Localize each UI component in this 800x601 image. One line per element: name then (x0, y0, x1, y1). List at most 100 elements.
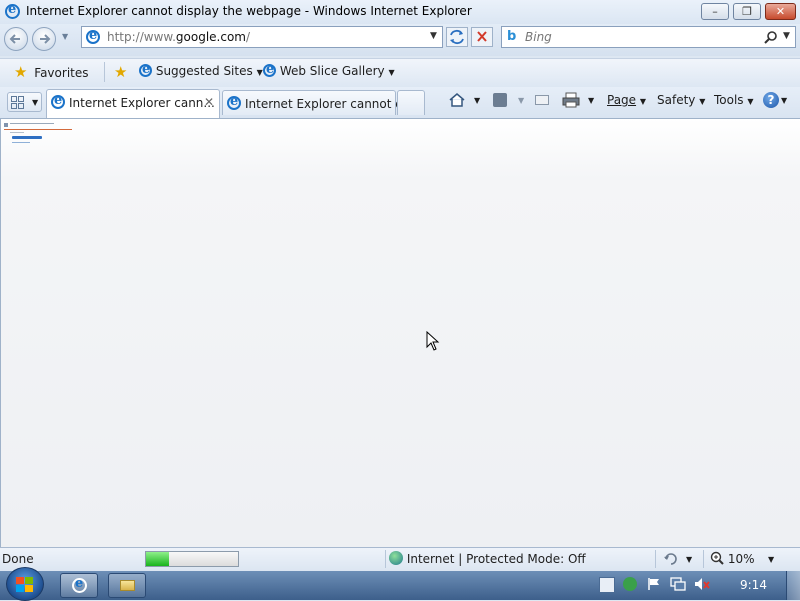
show-desktop-button[interactable] (786, 571, 800, 600)
back-button[interactable] (4, 27, 28, 51)
favorites-star-icon: ★ (14, 63, 28, 81)
stop-button[interactable] (471, 27, 493, 47)
home-button[interactable] (448, 92, 466, 111)
refresh-button[interactable] (446, 27, 468, 47)
tab-label: Internet Explorer cann... (69, 96, 215, 110)
separator (104, 62, 105, 82)
favorites-button[interactable]: ★ Favorites (14, 63, 89, 83)
web-slice-gallery-label: Web Slice Gallery (279, 64, 385, 78)
change-status-bar-settings-icon[interactable] (663, 551, 681, 567)
tab-label: Internet Explorer cannot d... (245, 97, 415, 111)
tab-list-dropdown-icon: ▼ (32, 98, 39, 107)
safety-menu-label: Safety (657, 93, 696, 107)
tiny-page-rule (4, 129, 72, 130)
suggested-sites-dropdown-icon: ▼ (256, 68, 263, 77)
network-icon[interactable] (670, 577, 686, 591)
globe-icon (389, 551, 403, 565)
help-icon[interactable]: ? (763, 92, 779, 108)
suggested-sites-label: Suggested Sites (155, 64, 253, 78)
web-slice-dropdown-icon: ▼ (388, 68, 395, 77)
taskbar-internet-explorer[interactable] (60, 573, 98, 598)
tray-document-icon[interactable] (599, 577, 615, 593)
tiny-page-title-line (10, 123, 54, 124)
tab-active[interactable]: Internet Explorer cann... ✕ (46, 89, 220, 118)
progress-fill (146, 552, 169, 566)
add-to-favorites-icon[interactable]: ★ (114, 63, 127, 81)
security-zone[interactable]: Internet | Protected Mode: Off (389, 551, 586, 566)
taskbar-windows-explorer[interactable] (108, 573, 146, 598)
quick-tabs-button[interactable]: ▼ (7, 92, 42, 112)
search-options-dropdown-icon[interactable]: ▼ (783, 31, 790, 41)
search-input[interactable]: Bing (525, 30, 552, 44)
tiny-page-icon (4, 123, 8, 127)
progress-bar (145, 551, 239, 567)
separator (703, 550, 704, 568)
separator (655, 550, 656, 568)
print-icon[interactable] (562, 92, 580, 108)
volume-muted-icon[interactable] (694, 577, 710, 591)
quick-tabs-icon (11, 96, 24, 109)
help-dropdown-icon[interactable]: ▼ (781, 96, 787, 105)
home-icon (449, 93, 465, 107)
start-button[interactable] (6, 567, 44, 601)
tab-ie-icon (51, 93, 65, 109)
tray-security-icon[interactable] (623, 577, 637, 591)
windows-logo-icon (16, 577, 33, 592)
tiny-page-link (12, 136, 42, 139)
tiny-page-text-line (12, 142, 30, 143)
print-dropdown-icon[interactable]: ▼ (588, 96, 594, 105)
page-ie-icon (86, 28, 100, 44)
status-text: Done (2, 552, 34, 566)
read-mail-icon[interactable] (535, 95, 549, 105)
close-button[interactable]: ✕ (765, 3, 796, 20)
safety-dropdown-icon: ▼ (699, 97, 706, 106)
recent-pages-dropdown-icon[interactable]: ▼ (62, 32, 68, 41)
refresh-icon (450, 29, 464, 45)
address-bar[interactable]: http://www.google.com/ ▼ (81, 26, 443, 48)
address-dropdown-icon[interactable]: ▼ (430, 31, 437, 41)
page-content[interactable] (0, 119, 800, 547)
mouse-cursor-icon (426, 331, 440, 351)
forward-button[interactable] (32, 27, 56, 51)
feeds-icon[interactable] (493, 93, 507, 107)
title-bar[interactable]: Internet Explorer cannot display the web… (0, 0, 800, 24)
forward-arrow-icon (40, 34, 51, 44)
favorites-item-web-slice-gallery[interactable]: Web Slice Gallery ▼ (263, 62, 395, 78)
back-arrow-icon (9, 34, 20, 44)
tab-ie-icon (227, 94, 241, 110)
suggested-sites-ie-icon (139, 62, 152, 77)
tab-inactive[interactable]: Internet Explorer cannot d... (222, 90, 414, 115)
action-center-flag-icon[interactable] (647, 577, 661, 591)
favorites-label: Favorites (34, 66, 89, 80)
ie-logo-icon (5, 2, 20, 19)
new-tab-button[interactable] (397, 90, 425, 115)
address-input[interactable]: http://www.google.com/ (107, 30, 250, 44)
home-dropdown-icon[interactable]: ▼ (474, 96, 480, 105)
page-menu[interactable]: Page ▼ (607, 93, 646, 107)
tools-dropdown-icon: ▼ (747, 97, 754, 106)
page-dropdown-icon: ▼ (639, 97, 647, 106)
safety-menu[interactable]: Safety ▼ (657, 93, 705, 107)
search-icon[interactable] (764, 30, 778, 44)
tiny-page-text-line (10, 132, 24, 133)
tab-close-icon[interactable]: ✕ (204, 95, 214, 109)
stop-icon (477, 31, 487, 42)
bing-logo-icon: b (507, 29, 517, 44)
page-menu-label: Page (607, 93, 637, 107)
clock[interactable]: 9:14 (740, 578, 767, 592)
tools-menu-label: Tools (714, 93, 744, 107)
status-settings-dropdown-icon[interactable]: ▼ (686, 555, 692, 564)
tools-menu[interactable]: Tools ▼ (714, 93, 754, 107)
zoom-dropdown-icon[interactable]: ▼ (768, 555, 774, 564)
zoom-level: 10% (727, 552, 755, 566)
feeds-dropdown-icon[interactable]: ▼ (518, 96, 524, 105)
folder-icon (120, 580, 135, 591)
search-box[interactable]: b Bing ▼ (501, 26, 796, 48)
zoom-icon (710, 551, 724, 565)
minimize-button[interactable]: – (701, 3, 729, 20)
zoom-control[interactable]: 10% (710, 551, 755, 566)
maximize-button[interactable]: ❐ (733, 3, 761, 20)
favorites-item-suggested-sites[interactable]: Suggested Sites ▼ (139, 62, 263, 78)
security-zone-label: Internet | Protected Mode: Off (406, 552, 586, 566)
web-slice-ie-icon (263, 62, 276, 77)
